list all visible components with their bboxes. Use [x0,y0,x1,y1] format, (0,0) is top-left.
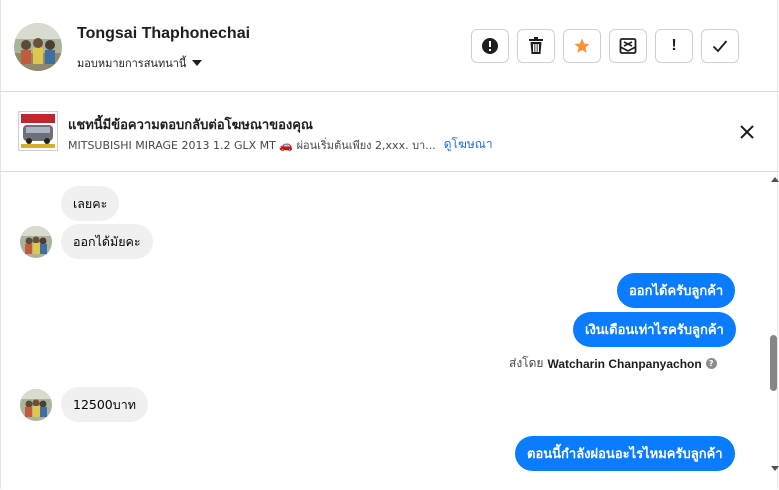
scrollbar-thumb[interactable] [770,335,777,391]
ad-banner-title: แชทนี้มีข้อความตอบกลับต่อโฆษณาของคุณ [68,118,313,133]
scroll-down-arrow-icon[interactable] [771,466,779,471]
conversation-toolbar: ! [471,29,739,63]
follow-up-button[interactable]: ! [655,29,693,63]
star-button[interactable] [563,29,601,63]
sent-by-prefix: ส่งโดย [509,356,544,370]
contact-name[interactable]: Tongsai Thaphonechai [77,25,250,43]
message-thread[interactable]: เลยคะ ออกได้มัยคะ ออกได้ครับลูกค้า เงินเ… [0,172,768,490]
caret-down-icon [192,60,203,66]
assign-label: มอบหมายการสนทนานี้ [77,57,187,70]
help-icon[interactable]: ? [705,358,717,369]
outgoing-message[interactable]: เงินเดือนเท่าไรครับลูกค้า [573,312,736,347]
delete-button[interactable] [517,29,555,63]
sender-name[interactable]: Watcharin Chanpanyachon [547,357,701,371]
alert-circle-icon [482,38,498,54]
scrollbar[interactable] [768,172,779,490]
exclamation-icon: ! [671,37,677,54]
incoming-message[interactable]: ออกได้มัยคะ [61,224,153,259]
contact-avatar-small[interactable] [20,226,52,258]
star-icon [574,38,590,53]
mark-unread-icon [619,38,637,54]
trash-icon [529,37,543,54]
outgoing-message[interactable]: ออกได้ครับลูกค้า [617,273,736,308]
incoming-message[interactable]: เลยคะ [61,186,120,221]
close-banner-button[interactable] [736,121,758,143]
view-ad-link[interactable]: ดูโฆษณา [444,135,493,154]
ad-banner-subtitle: MITSUBISHI MIRAGE 2013 1.2 GLX MT 🚗 ผ่อน… [68,135,493,154]
close-icon [740,125,754,139]
sent-by-label: ส่งโดย Watcharin Chanpanyachon ? [509,354,717,373]
incoming-message[interactable]: 12500บาท [61,387,148,422]
outgoing-message[interactable]: ตอนนี้กำลังผ่อนอะไรไหมครับลูกค้า [515,436,735,471]
ad-thumbnail[interactable] [18,111,58,151]
contact-avatar-small[interactable] [20,389,52,421]
mark-unread-button[interactable] [609,29,647,63]
checkmark-icon [712,40,728,53]
mark-spam-button[interactable] [471,29,509,63]
mark-done-button[interactable] [701,29,739,63]
scroll-up-arrow-icon[interactable] [771,177,779,182]
contact-avatar[interactable] [14,23,62,71]
assign-conversation-dropdown[interactable]: มอบหมายการสนทนานี้ [77,54,203,72]
ad-description: MITSUBISHI MIRAGE 2013 1.2 GLX MT 🚗 ผ่อน… [68,138,436,152]
